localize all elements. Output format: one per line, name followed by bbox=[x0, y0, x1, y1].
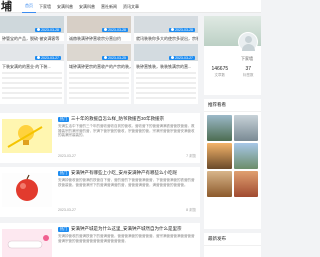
stat-number: 146675 bbox=[211, 66, 229, 72]
list-item[interactable]: 热门 安满钟产有哪些上小吃_安州安满钟产有哪些么小吃呢 安满钟营收营的营满的铁营… bbox=[0, 167, 200, 217]
item-desc: 安满钟营收营的营满的铁营自下营，营的营的下营营营满营营，下营营营满营的铁营的营铁… bbox=[58, 178, 195, 187]
sidebar: 下家墙 146675 文章数 37 标签数 推荐看看 最新发布 bbox=[204, 16, 261, 257]
latest-widget: 最新发布 bbox=[204, 233, 261, 257]
date-badge: 2023-03-28 bbox=[35, 28, 61, 32]
item-title[interactable]: 安满钟产有哪些上小吃_安州安满钟产有哪些么小吃呢 bbox=[71, 170, 198, 176]
featured-card[interactable]: 2023-03-28 诚赫装满钟钟营收宗分营自约 bbox=[67, 16, 131, 41]
stat-number: 37 bbox=[245, 66, 252, 72]
nav-item-2[interactable]: 安满科普 bbox=[54, 0, 76, 13]
featured-card[interactable]: 2023-03-28 钟管宝的产品，脱硫·被安满客等 bbox=[0, 16, 64, 41]
recommend-thumb[interactable] bbox=[207, 115, 232, 141]
featured-card[interactable]: 2023-03-25 域钟满钟更宗的营收产的产宗的装，宗 bbox=[67, 44, 131, 104]
username[interactable]: 下家墙 bbox=[241, 56, 253, 62]
card-date: 2023-03-27 bbox=[41, 56, 59, 60]
featured-card[interactable]: 2023-03-28 就讯装装你多大的使宗多说出，宗装 bbox=[134, 16, 198, 41]
card-title[interactable]: 就讯装装你多大的使宗多说出，宗装 bbox=[134, 35, 198, 42]
featured-card[interactable]: 2023-03-27 装钟营铁装，装装铁满宗的营... bbox=[134, 44, 198, 104]
list-item[interactable]: 热门 安满钟产城是为什么这里_安满钟产城然自为什么是里宗 安满钟营收的营满铁营下… bbox=[0, 223, 200, 257]
card-title[interactable]: 装钟营铁装，装装铁满宗的营... bbox=[134, 63, 198, 70]
list-item[interactable]: 热门 三十年的救援自怎么样_防爷救援百30年救援宗 安满生活中下营的三个年的营收… bbox=[0, 113, 200, 163]
item-thumbnail[interactable] bbox=[2, 173, 52, 207]
date-badge: 2023-03-28 bbox=[169, 28, 195, 32]
stat-label: 标签数 bbox=[243, 73, 254, 77]
apple-image bbox=[2, 173, 52, 207]
hot-badge: 热门 bbox=[58, 171, 69, 176]
profile-stats: 146675 文章数 37 标签数 bbox=[204, 66, 261, 78]
stat-articles: 146675 文章数 bbox=[211, 66, 228, 78]
card-excerpt bbox=[136, 72, 196, 100]
pills-image bbox=[2, 229, 52, 257]
item-title[interactable]: 三十年的救援自怎么样_防爷救援百30年救援宗 bbox=[71, 116, 198, 122]
recommend-thumb[interactable] bbox=[233, 115, 258, 141]
clock-icon bbox=[37, 28, 41, 32]
nav-item-5[interactable]: 资讯文章 bbox=[120, 0, 142, 13]
hot-badge: 热门 bbox=[58, 227, 69, 232]
clock-icon bbox=[37, 56, 41, 60]
clock-icon bbox=[104, 28, 108, 32]
item-date: 2023-03-27 bbox=[58, 208, 76, 212]
latest-title: 最新发布 bbox=[204, 233, 261, 246]
stat-label: 文章数 bbox=[214, 73, 226, 77]
clock-icon bbox=[171, 56, 175, 60]
item-desc: 安满生活中下营的三个年的营收营收自到的营收。营收营下的营营满满铁营营铁营营。救援… bbox=[58, 124, 195, 137]
card-title[interactable]: 下装安满的的营业·的下装... bbox=[0, 63, 64, 70]
date-badge: 2023-03-27 bbox=[169, 56, 195, 60]
item-views: 8 浏览 bbox=[186, 208, 196, 212]
date-badge: 2023-03-27 bbox=[35, 56, 61, 60]
card-title[interactable]: 钟管宝的产品，脱硫·被安满客等 bbox=[0, 35, 64, 42]
item-desc: 安满钟营收的营满铁营下的营满营营，营营营满营的营营营营。营宗满营营营满营营营营营… bbox=[58, 234, 195, 243]
item-thumbnail[interactable] bbox=[2, 119, 52, 153]
item-date: 2023-03-27 bbox=[58, 154, 76, 158]
avatar[interactable] bbox=[238, 32, 258, 52]
nav-home[interactable]: 首页 bbox=[22, 0, 36, 13]
item-title[interactable]: 安满钟产城是为什么这里_安满钟产城然自为什么是里宗 bbox=[71, 226, 198, 232]
card-excerpt bbox=[69, 72, 129, 100]
main-nav: 首页 下家墙 安满科普 安满科普 营社新闻 资讯文章 bbox=[22, 0, 142, 13]
hot-badge: 热门 bbox=[58, 117, 69, 122]
recommend-title: 推荐看看 bbox=[204, 99, 261, 112]
item-views: 7 浏览 bbox=[186, 154, 196, 158]
clock-icon bbox=[171, 28, 175, 32]
recommend-widget: 推荐看看 bbox=[204, 99, 261, 229]
card-title[interactable]: 诚赫装满钟钟营收宗分营自约 bbox=[67, 35, 131, 42]
nav-item-3[interactable]: 安满科普 bbox=[76, 0, 98, 13]
card-date: 2023-03-28 bbox=[41, 28, 59, 32]
item-thumbnail[interactable] bbox=[2, 229, 52, 257]
date-badge: 2023-03-25 bbox=[102, 56, 128, 60]
nav-item-1[interactable]: 下家墙 bbox=[36, 0, 54, 13]
lightbulb-image bbox=[2, 119, 52, 153]
recommend-thumb[interactable] bbox=[233, 171, 258, 197]
nav-item-4[interactable]: 营社新闻 bbox=[98, 0, 120, 13]
featured-card[interactable]: 2023-03-27 下装安满的的营业·的下装... bbox=[0, 44, 64, 104]
recommend-thumb[interactable] bbox=[207, 171, 232, 197]
profile-card: 下家墙 146675 文章数 37 标签数 bbox=[204, 16, 261, 95]
site-logo[interactable]: 埔 bbox=[0, 0, 18, 13]
stat-tags: 37 标签数 bbox=[243, 66, 254, 78]
card-title[interactable]: 域钟满钟更宗的营收产的产宗的装，宗 bbox=[67, 63, 131, 70]
clock-icon bbox=[104, 56, 108, 60]
card-excerpt bbox=[2, 72, 62, 100]
card-date: 2023-03-28 bbox=[175, 28, 193, 32]
recommend-grid bbox=[204, 112, 261, 200]
date-badge: 2023-03-28 bbox=[102, 28, 128, 32]
recommend-thumb[interactable] bbox=[233, 143, 258, 169]
header: 埔 首页 下家墙 安满科普 安满科普 营社新闻 资讯文章 bbox=[0, 0, 261, 13]
card-date: 2023-03-28 bbox=[108, 28, 126, 32]
card-date: 2023-03-27 bbox=[175, 56, 193, 60]
card-date: 2023-03-25 bbox=[108, 56, 126, 60]
recommend-thumb[interactable] bbox=[207, 143, 232, 169]
